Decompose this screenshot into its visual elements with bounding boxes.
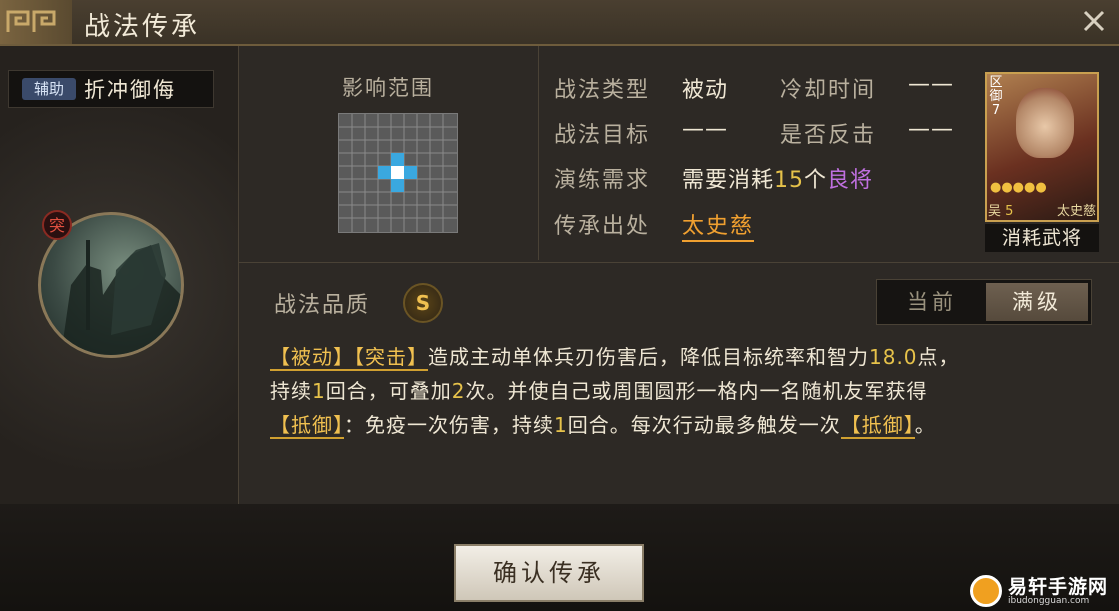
desc-text: 点， bbox=[917, 345, 960, 369]
watermark-logo-icon bbox=[970, 575, 1002, 607]
hero-name: 太史慈 bbox=[1056, 204, 1096, 219]
drill-requirement-label: 演练需求 bbox=[554, 168, 651, 193]
drill-grade: 良将 bbox=[827, 168, 874, 193]
desc-number: 1 bbox=[312, 379, 326, 403]
consume-hero-caption: 消耗武将 bbox=[985, 224, 1099, 252]
hero-cost: 5 bbox=[1005, 204, 1014, 219]
desc-number: 1 bbox=[554, 413, 568, 437]
hero-faction: 吴 bbox=[988, 204, 1002, 219]
source-label: 传承出处 bbox=[554, 214, 651, 239]
desc-text: 回合。每次行动最多触发一次 bbox=[567, 413, 841, 437]
close-icon[interactable] bbox=[1077, 4, 1111, 38]
cooldown-value: —— bbox=[908, 72, 954, 97]
hero-stars: ●●●●● bbox=[990, 180, 1047, 195]
skill-type-label: 战法类型 bbox=[554, 78, 651, 103]
card-tag-num: 7 bbox=[991, 103, 1001, 118]
skill-name: 折冲御侮 bbox=[84, 78, 176, 102]
keyword-passive: 【被动】 bbox=[270, 345, 354, 371]
card-tag-top: 区 bbox=[989, 75, 1003, 90]
desc-number: 18.0 bbox=[869, 345, 918, 369]
desc-text: 。 bbox=[914, 413, 936, 437]
card-tag-mid: 御 bbox=[989, 89, 1003, 104]
keyword-defend: 【抵御】 bbox=[270, 413, 344, 439]
range-grid bbox=[338, 113, 458, 233]
skill-effect-badge: 突 bbox=[42, 210, 72, 240]
hero-portrait bbox=[1016, 88, 1074, 158]
horizontal-divider bbox=[238, 262, 1119, 263]
confirm-inherit-button[interactable]: 确认传承 bbox=[454, 544, 644, 602]
source-hero-link[interactable]: 太史慈 bbox=[682, 208, 755, 242]
watermark-text: 易轩手游网 bbox=[1008, 576, 1109, 598]
skill-target-label: 战法目标 bbox=[554, 123, 651, 148]
desc-text: 持续 bbox=[270, 379, 312, 403]
counter-value: —— bbox=[908, 117, 954, 142]
toggle-max-button[interactable]: 满级 bbox=[986, 283, 1088, 321]
quality-label: 战法品质 bbox=[274, 293, 371, 318]
keyword-defend: 【抵御】 bbox=[840, 413, 915, 439]
cooldown-label: 冷却时间 bbox=[780, 78, 877, 103]
range-label: 影响范围 bbox=[342, 76, 434, 100]
title-ornament-icon bbox=[0, 0, 72, 44]
hero-card-tags: 区御7 bbox=[988, 76, 1004, 118]
skill-target-value: —— bbox=[682, 117, 728, 142]
drill-unit: 个 bbox=[804, 168, 828, 193]
hero-card-info: 吴 5 太史慈 bbox=[988, 200, 1096, 219]
skill-type-tag: 辅助 bbox=[22, 78, 76, 100]
skill-description: 【被动】【突击】造成主动单体兵刃伤害后，降低目标统率和智力18.0点， 持续1回合… bbox=[270, 340, 1090, 442]
desc-text: 次。并使自己或周围圆形一格内一名随机友军获得 bbox=[465, 379, 928, 403]
drill-count: 15 bbox=[774, 168, 805, 193]
quality-badge: S bbox=[403, 283, 443, 323]
drill-prefix: 需要消耗 bbox=[682, 168, 775, 193]
counter-label: 是否反击 bbox=[780, 123, 877, 148]
desc-number: 2 bbox=[451, 379, 466, 403]
watermark-subtext: ibudongguan.com bbox=[1008, 596, 1090, 606]
drill-requirement-value: 需要消耗15个良将 bbox=[682, 162, 873, 194]
range-grid-svg bbox=[339, 114, 457, 232]
title-bar: 战法传承 bbox=[0, 0, 1119, 46]
vertical-divider bbox=[538, 46, 539, 260]
desc-text: 回合，可叠加 bbox=[325, 379, 452, 403]
toggle-current-button[interactable]: 当前 bbox=[880, 283, 984, 321]
keyword-assault: 【突击】 bbox=[354, 345, 428, 371]
skill-type-value: 被动 bbox=[682, 78, 729, 103]
window-title: 战法传承 bbox=[84, 12, 201, 42]
desc-text: 造成主动单体兵刃伤害后，降低目标统率和智力 bbox=[428, 345, 869, 369]
desc-text: ：免疫一次伤害，持续 bbox=[344, 413, 554, 437]
